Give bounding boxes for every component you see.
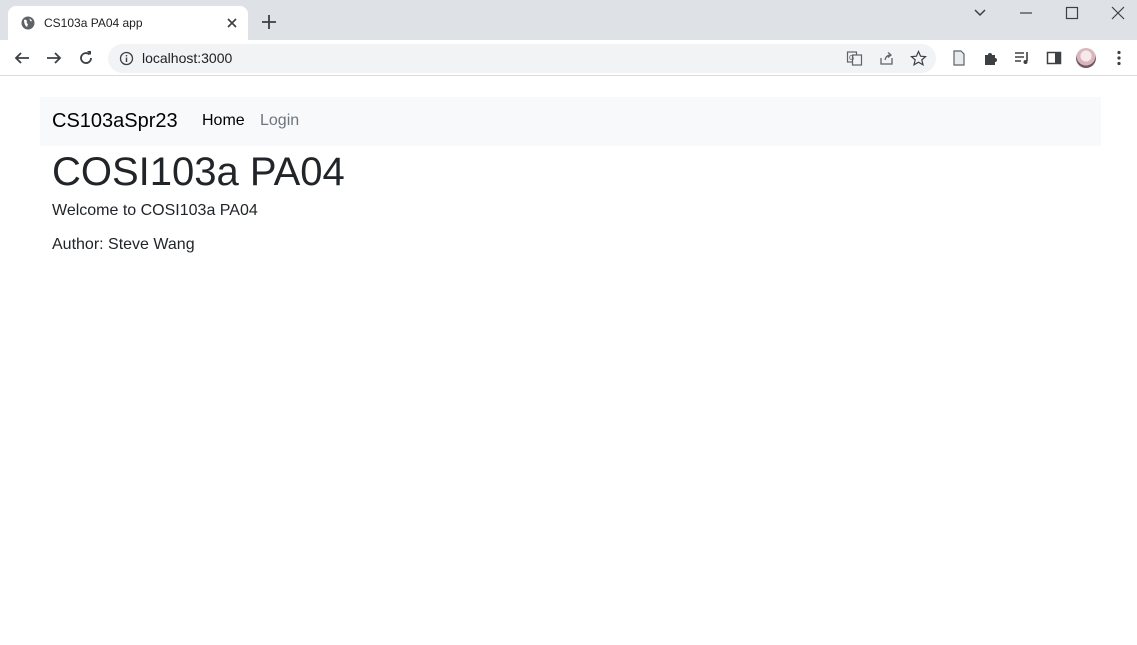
browser-toolbar: localhost:3000 G: [0, 40, 1137, 76]
welcome-text: Welcome to COSI103a PA04: [52, 202, 258, 219]
svg-text:G: G: [849, 55, 854, 62]
site-navbar: CS103aSpr23 Home Login: [40, 97, 1101, 146]
more-menu-icon[interactable]: [1110, 49, 1128, 67]
share-icon[interactable]: [878, 50, 895, 67]
extensions-puzzle-icon[interactable]: [982, 49, 1000, 67]
media-controls-icon[interactable]: [1013, 49, 1031, 67]
maximize-icon[interactable]: [1063, 4, 1081, 22]
profile-avatar[interactable]: [1076, 48, 1096, 68]
forward-icon[interactable]: [45, 49, 63, 67]
translate-icon[interactable]: G: [846, 50, 863, 67]
tab-title: CS103a PA04 app: [44, 16, 143, 30]
new-tab-icon[interactable]: [260, 13, 278, 31]
navbar-brand[interactable]: CS103aSpr23: [52, 110, 178, 133]
back-icon[interactable]: [13, 49, 31, 67]
tab-search-icon[interactable]: [971, 4, 989, 22]
address-bar[interactable]: localhost:3000 G: [108, 44, 936, 73]
side-panel-icon[interactable]: [1045, 49, 1063, 67]
site-info-icon[interactable]: [119, 51, 134, 66]
nav-link-login[interactable]: Login: [260, 112, 299, 130]
reload-icon[interactable]: [77, 49, 95, 67]
url-text: localhost:3000: [142, 50, 233, 66]
bookmark-star-icon[interactable]: [910, 50, 927, 67]
page-title: COSI103a PA04: [52, 150, 345, 194]
tab-strip: CS103a PA04 app: [0, 0, 1137, 40]
minimize-icon[interactable]: [1017, 4, 1035, 22]
close-window-icon[interactable]: [1109, 4, 1127, 22]
browser-tab[interactable]: CS103a PA04 app: [8, 6, 248, 40]
nav-link-home[interactable]: Home: [202, 112, 245, 130]
close-tab-icon[interactable]: [225, 16, 239, 30]
document-extension-icon[interactable]: [950, 49, 968, 67]
author-text: Author: Steve Wang: [52, 236, 195, 253]
globe-icon: [21, 16, 35, 30]
